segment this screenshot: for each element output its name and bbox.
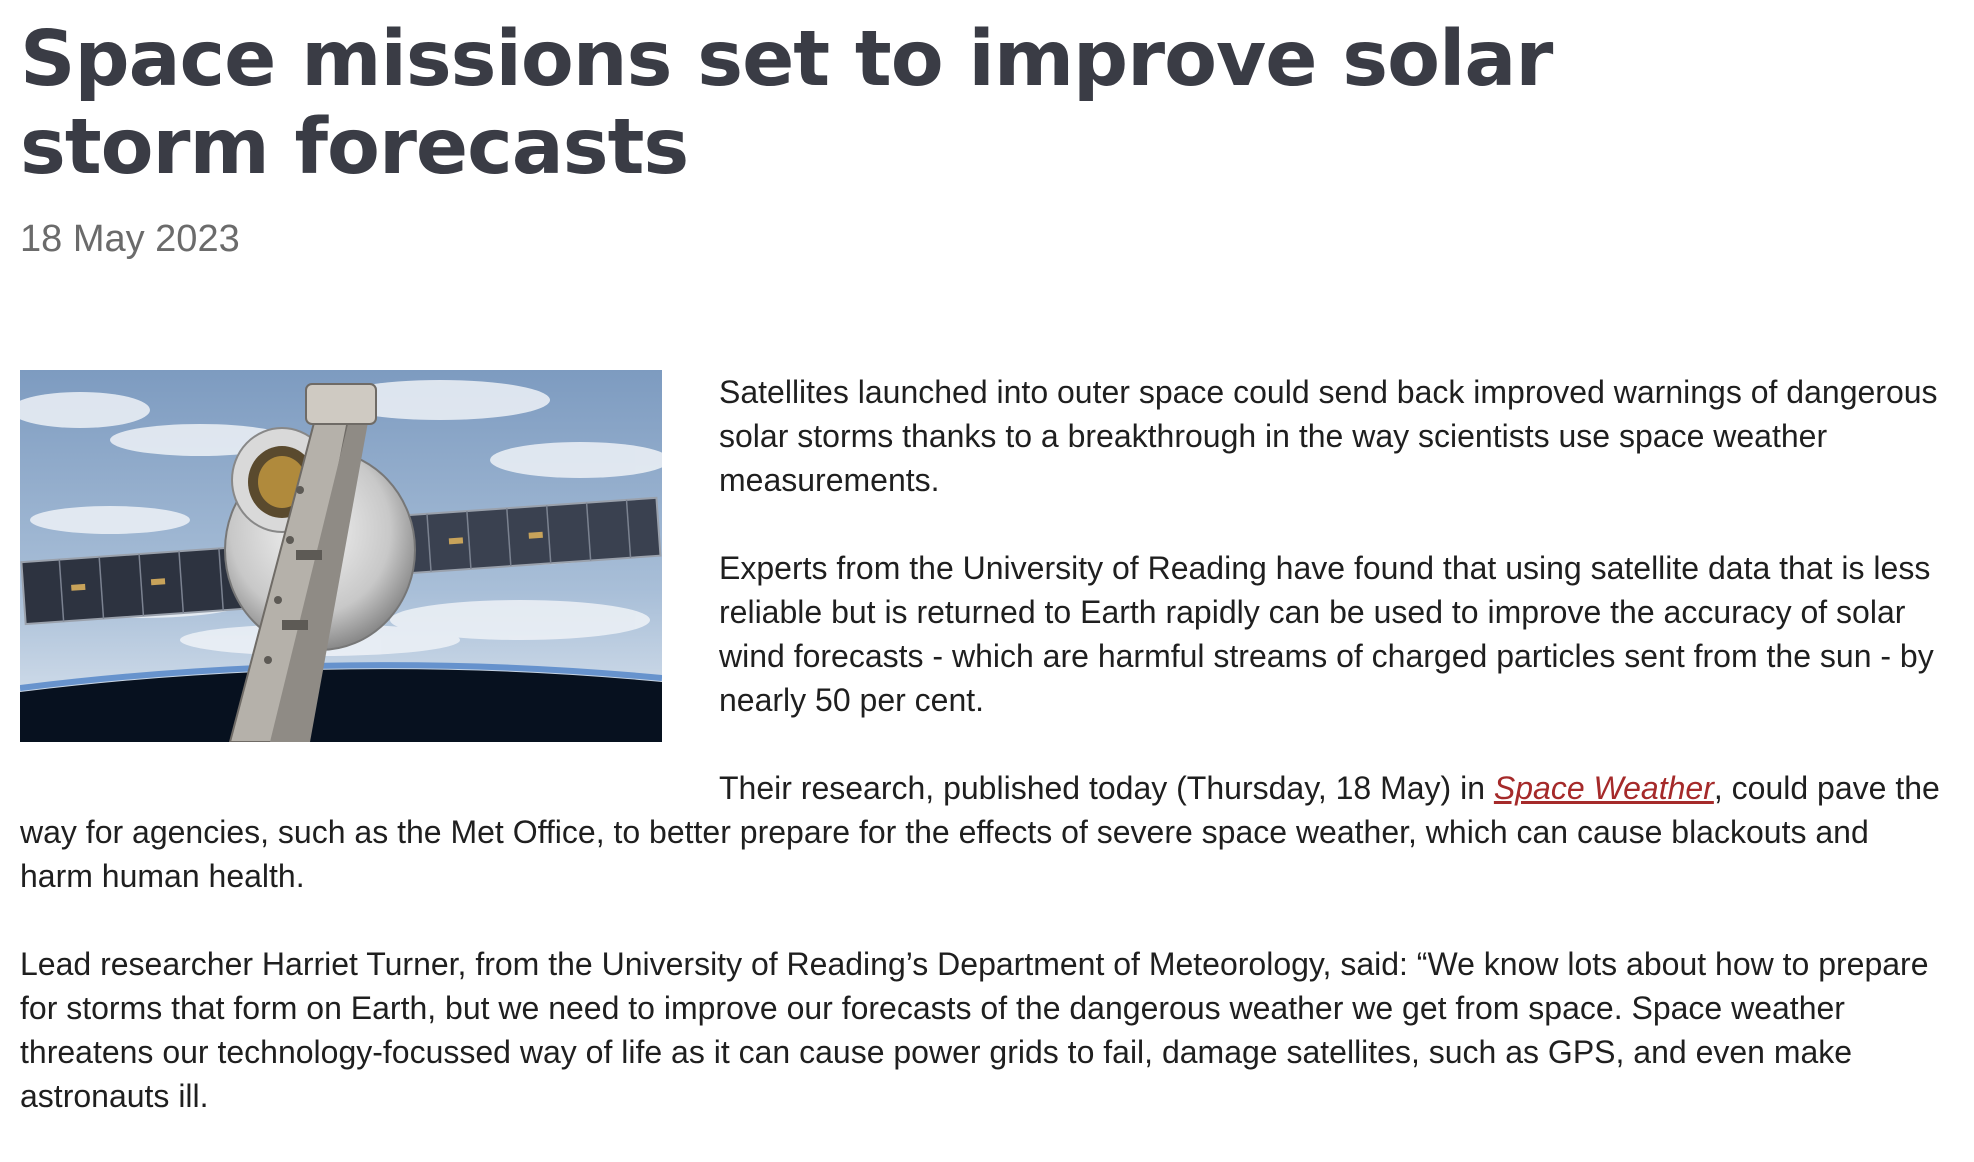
paragraph-3-before-link: Their research, published today (Thursda… — [719, 770, 1494, 806]
article-headline: Space missions set to improve solar stor… — [20, 15, 1553, 192]
spacecraft-earth-illustration — [20, 370, 662, 742]
hero-image-spacecraft — [20, 370, 662, 742]
article-body: Satellites launched into outer space cou… — [20, 360, 1950, 1162]
space-weather-link[interactable]: Space Weather — [1494, 770, 1714, 806]
paragraph-4: Lead researcher Harriet Turner, from the… — [20, 946, 1929, 1114]
article: Space missions set to improve solar stor… — [20, 0, 1950, 262]
paragraph-3: Their research, published today (Thursda… — [20, 766, 1950, 898]
article-date: 18 May 2023 — [20, 218, 240, 260]
